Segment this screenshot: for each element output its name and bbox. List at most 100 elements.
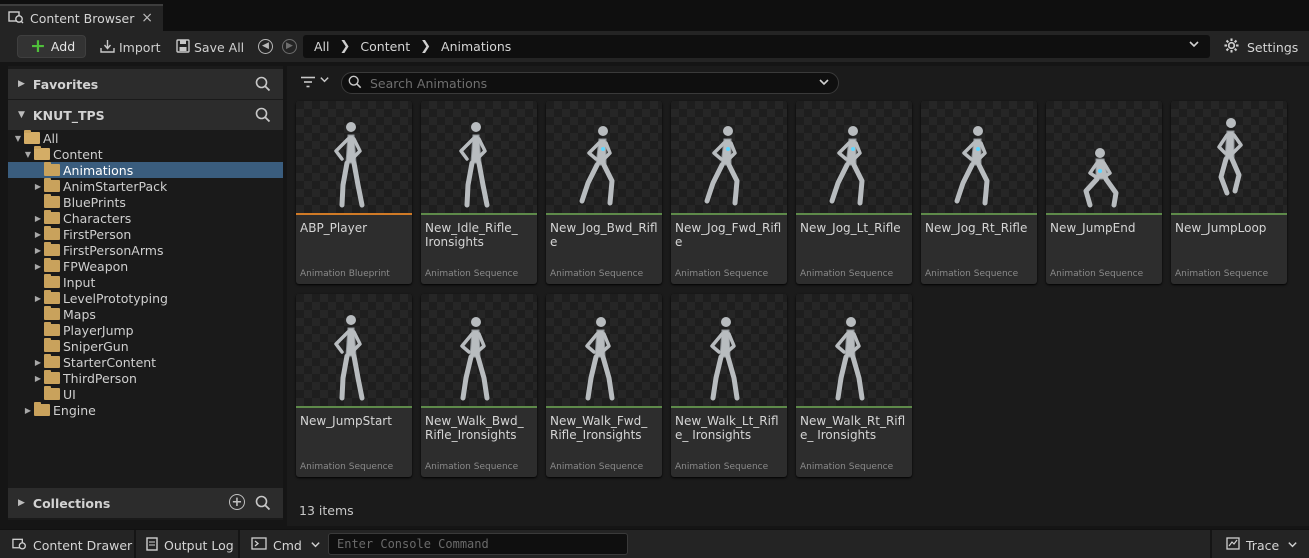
asset-tile[interactable]: New_JumpEnd Animation Sequence: [1046, 101, 1162, 284]
favorites-header[interactable]: ▶ Favorites: [8, 69, 283, 99]
asset-tile[interactable]: ABP_Player Animation Blueprint: [296, 101, 412, 284]
asset-tile[interactable]: New_Walk_Rt_Rifle_ Ironsights Animation S…: [796, 294, 912, 477]
expand-arrow-icon[interactable]: ▶: [33, 294, 43, 303]
console-input[interactable]: [329, 534, 619, 554]
tree-folder-label: Characters: [63, 210, 132, 226]
collapse-arrow-icon[interactable]: ▼: [13, 134, 23, 143]
asset-type: Animation Sequence: [925, 269, 1019, 279]
tree-folder-label: Input: [63, 274, 96, 290]
tree-folder-label: LevelPrototyping: [63, 290, 168, 306]
save-all-button[interactable]: Save All: [176, 36, 244, 58]
collapse-arrow-icon[interactable]: ▼: [23, 150, 33, 159]
tree-folder-characters[interactable]: ▶ Characters: [8, 210, 283, 226]
asset-type: Animation Sequence: [550, 269, 644, 279]
chevron-right-icon[interactable]: ❯: [340, 39, 351, 54]
tab-content-browser[interactable]: Content Browser ×: [0, 4, 163, 31]
asset-thumbnail: [671, 101, 787, 213]
project-label: KNUT_TPS: [32, 107, 105, 123]
search-icon[interactable]: [255, 495, 271, 514]
tree-folder-firstpersonarms[interactable]: ▶ FirstPersonArms: [8, 242, 283, 258]
add-collection-icon[interactable]: +: [229, 494, 245, 510]
expand-arrow-icon[interactable]: ▶: [33, 262, 43, 271]
expand-arrow-icon[interactable]: ▶: [33, 358, 43, 367]
collections-header[interactable]: ▶ Collections +: [8, 488, 283, 518]
log-icon: [146, 536, 158, 554]
folder-icon: [44, 242, 60, 256]
save-all-label: Save All: [194, 39, 245, 55]
expand-arrow-icon[interactable]: ▶: [33, 182, 43, 191]
asset-tile[interactable]: New_Walk_Bwd_ Rifle_Ironsights Animation …: [421, 294, 537, 477]
folder-open-icon: [34, 146, 50, 160]
tree-folder-levelprototyping[interactable]: ▶ LevelPrototyping: [8, 290, 283, 306]
folder-open-icon: [24, 130, 40, 144]
forward-arrow-icon[interactable]: ▶: [282, 39, 297, 54]
import-button[interactable]: Import: [100, 36, 161, 58]
asset-tile[interactable]: New_Idle_Rifle_ Ironsights Animation Sequ…: [421, 101, 537, 284]
chevron-down-icon[interactable]: [818, 76, 830, 91]
expand-arrow-icon[interactable]: ▶: [18, 79, 25, 89]
expand-arrow-icon[interactable]: ▶: [33, 374, 43, 383]
breadcrumb-content[interactable]: Content: [360, 39, 410, 54]
tree-folder-label: FPWeapon: [63, 258, 129, 274]
search-icon[interactable]: [255, 107, 271, 126]
expand-arrow-icon[interactable]: ▶: [33, 246, 43, 255]
tree-folder-fpweapon[interactable]: ▶ FPWeapon: [8, 258, 283, 274]
add-label: Add: [50, 39, 76, 54]
search-icon[interactable]: [255, 76, 271, 95]
filter-icon[interactable]: [301, 76, 315, 91]
back-arrow-icon[interactable]: ◀: [258, 39, 273, 54]
asset-tile[interactable]: New_Walk_Lt_Rifle_ Ironsights Animation S…: [671, 294, 787, 477]
asset-name: New_Walk_Rt_Rifle_ Ironsights: [800, 414, 906, 442]
asset-type-bar: [671, 213, 787, 215]
content-drawer-icon: [12, 537, 27, 554]
collapse-arrow-icon[interactable]: ▼: [18, 110, 25, 120]
expand-arrow-icon[interactable]: ▶: [18, 498, 25, 508]
expand-arrow-icon[interactable]: ▶: [23, 406, 33, 415]
output-log-button[interactable]: Output Log: [146, 536, 234, 554]
expand-arrow-icon[interactable]: ▶: [33, 214, 43, 223]
tree-folder-animations[interactable]: Animations: [8, 162, 283, 178]
tree-folder-thirdperson[interactable]: ▶ ThirdPerson: [8, 370, 283, 386]
tree-folder-firstperson[interactable]: ▶ FirstPerson: [8, 226, 283, 242]
expand-arrow-icon[interactable]: ▶: [33, 230, 43, 239]
search-bar: [341, 72, 839, 94]
tree-folder-startercontent[interactable]: ▶ StarterContent: [8, 354, 283, 370]
asset-tile[interactable]: New_Jog_Bwd_Rifle Animation Sequence: [546, 101, 662, 284]
trace-icon: [1226, 537, 1240, 553]
asset-tile[interactable]: New_Jog_Rt_Rifle Animation Sequence: [921, 101, 1037, 284]
project-header[interactable]: ▼ KNUT_TPS: [8, 100, 283, 130]
save-icon: [176, 38, 190, 56]
tree-folder-blueprints[interactable]: BluePrints: [8, 194, 283, 210]
content-drawer-button[interactable]: Content Drawer: [12, 536, 132, 554]
tree-folder-engine[interactable]: ▶ Engine: [8, 402, 283, 418]
asset-type-bar: [1046, 213, 1162, 215]
asset-tile[interactable]: New_Jog_Lt_Rifle Animation Sequence: [796, 101, 912, 284]
search-input[interactable]: [370, 75, 810, 91]
tree-folder-label: BluePrints: [63, 194, 126, 210]
chevron-down-icon[interactable]: [1188, 38, 1200, 53]
cmd-dropdown[interactable]: Cmd: [251, 536, 321, 554]
tree-folder-animstarterpack[interactable]: ▶ AnimStarterPack: [8, 178, 283, 194]
tree-folder-snipergun[interactable]: SniperGun: [8, 338, 283, 354]
asset-type-bar: [296, 213, 412, 215]
asset-tile[interactable]: New_Walk_Fwd_ Rifle_Ironsights Animation …: [546, 294, 662, 477]
chevron-down-icon[interactable]: [319, 74, 330, 88]
breadcrumb-animations[interactable]: Animations: [441, 39, 511, 54]
asset-tile[interactable]: New_Jog_Fwd_Rifle Animation Sequence: [671, 101, 787, 284]
tree-folder-playerjump[interactable]: PlayerJump: [8, 322, 283, 338]
tree-folder-input[interactable]: Input: [8, 274, 283, 290]
status-bar: Content Drawer Output Log Cmd Trace: [0, 529, 1309, 558]
tree-folder-maps[interactable]: Maps: [8, 306, 283, 322]
asset-tile[interactable]: New_JumpStart Animation Sequence: [296, 294, 412, 477]
breadcrumb-all[interactable]: All: [314, 39, 330, 54]
trace-dropdown[interactable]: Trace: [1226, 536, 1298, 554]
add-button[interactable]: + Add: [17, 35, 86, 58]
tree-folder-content[interactable]: ▼ Content: [8, 146, 283, 162]
settings-button[interactable]: Settings: [1224, 36, 1298, 58]
close-icon[interactable]: ×: [141, 10, 153, 26]
asset-thumbnail: [296, 294, 412, 406]
chevron-right-icon[interactable]: ❯: [420, 39, 431, 54]
tree-folder-all[interactable]: ▼ All: [8, 130, 283, 146]
asset-tile[interactable]: New_JumpLoop Animation Sequence: [1171, 101, 1287, 284]
tree-folder-ui[interactable]: UI: [8, 386, 283, 402]
